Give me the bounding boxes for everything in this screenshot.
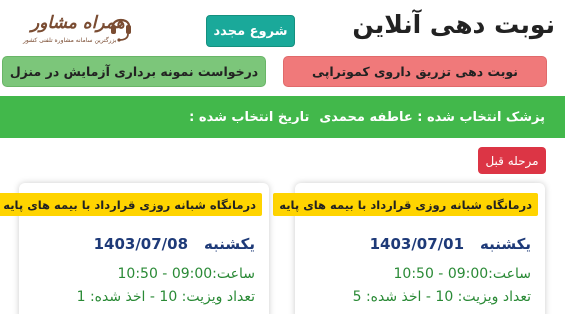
appointment-card[interactable]: درمانگاه شبانه روزی قرارداد با بیمه های … bbox=[274, 183, 546, 314]
slot-date: 1403/07/08 bbox=[94, 235, 190, 253]
restart-button[interactable]: شروع مجدد bbox=[207, 15, 296, 47]
date-line: یکشنبه 1403/07/01 bbox=[371, 235, 532, 253]
slot-time: ساعت:09:00 - 10:50 bbox=[118, 266, 257, 282]
visit-count: تعداد ویزیت: 10 - اخذ شده: 1 bbox=[77, 289, 256, 305]
selection-info-bar: پزشک انتخاب شده : عاطفه محمدی تاریخ انتخ… bbox=[0, 96, 566, 138]
chemo-injection-button[interactable]: نوبت دهی تزریق داروی کموتراپی bbox=[284, 56, 548, 87]
day-name: یکشنبه bbox=[205, 235, 256, 253]
visit-count: تعداد ویزیت: 10 - اخذ شده: 5 bbox=[353, 289, 532, 305]
previous-step-button[interactable]: مرحله قبل bbox=[479, 147, 547, 174]
clinic-badge: درمانگاه شبانه روزی قرارداد با بیمه های … bbox=[0, 193, 263, 216]
appointment-card[interactable]: درمانگاه شبانه روزی قرارداد با بیمه های … bbox=[0, 183, 270, 314]
logo: همراه مشاور بزرگترین سامانه مشاوره تلفنی… bbox=[10, 8, 132, 48]
selected-doctor: پزشک انتخاب شده : عاطفه محمدی bbox=[320, 109, 546, 125]
headset-icon bbox=[112, 18, 132, 42]
home-sampling-button[interactable]: درخواست نمونه برداری آزمایش در منزل bbox=[3, 56, 267, 87]
page-title: نوبت دهی آنلاین bbox=[353, 10, 556, 39]
slot-time: ساعت:09:00 - 10:50 bbox=[394, 266, 533, 282]
selected-date: تاریخ انتخاب شده : bbox=[190, 109, 311, 125]
day-name: یکشنبه bbox=[481, 235, 532, 253]
date-line: یکشنبه 1403/07/08 bbox=[95, 235, 256, 253]
clinic-badge: درمانگاه شبانه روزی قرارداد با بیمه های … bbox=[274, 193, 539, 216]
logo-tagline: بزرگترین سامانه مشاوره تلفنی کشور bbox=[24, 37, 118, 44]
slot-date: 1403/07/01 bbox=[370, 235, 466, 253]
